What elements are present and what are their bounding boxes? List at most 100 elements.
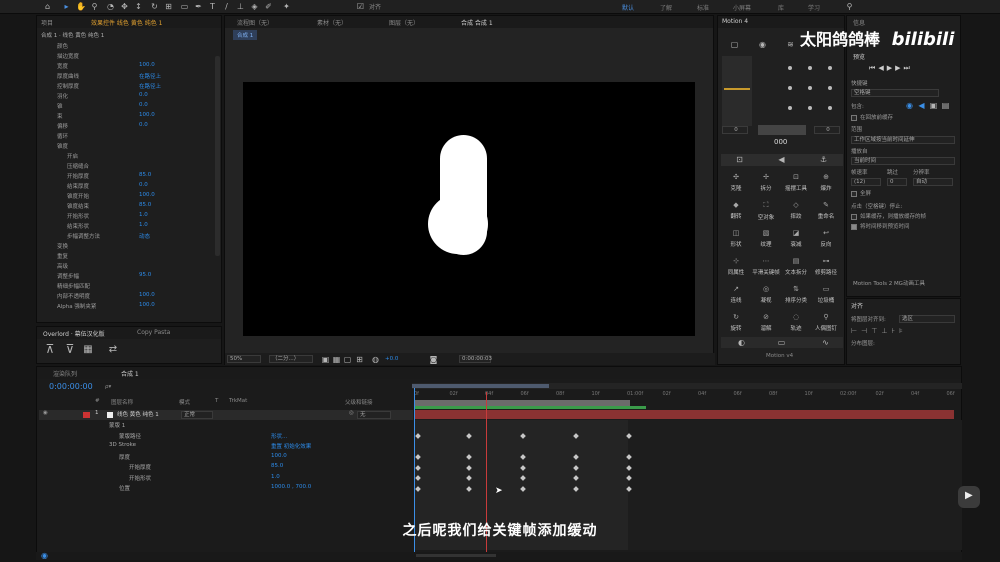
snapshot-icon[interactable]: ◙ xyxy=(429,355,438,364)
effect-property-row[interactable]: 偏移 0.0 xyxy=(37,122,213,132)
effect-property-row[interactable]: 开启 xyxy=(37,152,213,162)
anchor-point-dot[interactable] xyxy=(808,106,812,110)
effect-property-row[interactable]: 内部不透明度 100.0 xyxy=(37,292,213,302)
toggle-switches-icon[interactable]: ◉ xyxy=(40,551,49,560)
motion-tool-button[interactable]: ↻ 旋转 xyxy=(722,311,750,336)
workspace-library[interactable]: 库 xyxy=(778,3,784,12)
tab-flowchart[interactable]: 流程图（无） xyxy=(237,18,273,27)
effect-property-row[interactable]: 结束形状 1.0 xyxy=(37,222,213,232)
timeline-property-value[interactable]: 形状... xyxy=(271,432,287,440)
effect-property-row[interactable]: 宽度 100.0 xyxy=(37,62,213,72)
prev-frame-icon[interactable]: ◀ xyxy=(878,64,886,72)
effect-property-row[interactable]: 羽化 0.0 xyxy=(37,92,213,102)
effect-property-row[interactable]: 锥度开始 100.0 xyxy=(37,192,213,202)
anchor-point-dot[interactable] xyxy=(808,86,812,90)
effect-property-value[interactable]: 85.0 xyxy=(139,202,151,208)
effect-property-row[interactable]: 控制厚度 在路径上 xyxy=(37,82,213,92)
layer-duration-bar[interactable] xyxy=(414,410,954,419)
motion-tool-button[interactable]: ↗ 连线 xyxy=(722,283,750,308)
effect-property-value[interactable]: 在路径上 xyxy=(139,82,161,90)
motion-left-value[interactable]: 0 xyxy=(722,126,748,134)
tab-effect-controls[interactable]: 效果控件 线色 黄色 纯色 1 xyxy=(91,18,162,27)
shortcut-dropdown[interactable]: 空格键 xyxy=(851,89,939,97)
align-vcenter-icon[interactable]: ⊦ xyxy=(891,327,899,335)
effect-property-row[interactable]: 开始形状 1.0 xyxy=(37,212,213,222)
motion-mode-b-icon[interactable]: ◀ xyxy=(777,155,786,164)
effect-property-row[interactable]: 锥度结束 85.0 xyxy=(37,202,213,212)
motion-tool-button[interactable]: ◪ 衰减 xyxy=(782,227,810,252)
effect-property-value[interactable]: 100.0 xyxy=(139,302,155,308)
workspace-standard[interactable]: 标准 xyxy=(697,3,709,12)
visibility-icon[interactable]: ◉ xyxy=(43,410,48,416)
tab-composition[interactable]: 合成 合成 1 xyxy=(461,18,493,27)
snap-checkbox-icon[interactable]: ☑ xyxy=(356,2,365,11)
fullscreen-checkbox[interactable] xyxy=(851,191,857,197)
timeline-property-value[interactable]: 100.0 xyxy=(271,453,287,459)
motion-mode-c-icon[interactable]: ⚓ xyxy=(819,155,828,164)
hand-tool-icon[interactable]: ✋ xyxy=(76,2,86,11)
effect-property-row[interactable]: 颜色 xyxy=(37,42,213,52)
motion-tool-button[interactable]: ▭ 垃圾桶 xyxy=(812,283,840,308)
timeline-property-value[interactable]: 85.0 xyxy=(271,463,283,469)
zoom-slider[interactable] xyxy=(416,554,496,557)
first-frame-icon[interactable]: ⏮ xyxy=(869,64,878,72)
anchor-point-dot[interactable] xyxy=(828,66,832,70)
motion-settings-icon[interactable]: ◐ xyxy=(737,338,746,347)
effect-property-row[interactable]: 循环 xyxy=(37,132,213,142)
align-right-icon[interactable]: ⊤ xyxy=(871,327,881,335)
region-icon[interactable]: ▣ xyxy=(321,355,330,364)
motion-mode-a-icon[interactable]: ⊡ xyxy=(735,155,744,164)
motion-tool-button[interactable]: ⊹ 同属性 xyxy=(722,255,750,280)
effect-property-row[interactable]: 束 100.0 xyxy=(37,112,213,122)
timeline-property-row[interactable]: 开始厚度 85.0 xyxy=(39,463,413,473)
motion-tool-button[interactable]: ⊶ 修剪路径 xyxy=(812,255,840,280)
resolution-dropdown[interactable]: （二分...） xyxy=(269,355,313,363)
anchor-point-dot[interactable] xyxy=(828,106,832,110)
range-dropdown[interactable]: 工作区域按当前时间延伸 xyxy=(851,136,955,144)
effect-property-row[interactable]: 精细步幅匹配 xyxy=(37,282,213,292)
audio-toggle-icon[interactable]: ◀ xyxy=(917,101,926,110)
effect-property-value[interactable]: 85.0 xyxy=(139,172,151,178)
align-top-icon[interactable]: ⊼ xyxy=(43,343,57,359)
effect-property-row[interactable]: 描边宽度 xyxy=(37,52,213,62)
orbit-tool-icon[interactable]: ◔ xyxy=(106,2,115,11)
motion-tool-button[interactable]: ✣ 克隆 xyxy=(722,171,750,196)
align-vtop-icon[interactable]: ⊥ xyxy=(881,327,891,335)
effect-property-value[interactable]: 0.0 xyxy=(139,92,148,98)
brush-tool-icon[interactable]: / xyxy=(222,2,231,11)
motion-select-icon[interactable]: ▢ xyxy=(730,40,739,49)
time-navigator-range[interactable] xyxy=(412,384,549,388)
effect-property-value[interactable]: 95.0 xyxy=(139,272,151,278)
type-tool-icon[interactable]: T xyxy=(208,2,217,11)
overlord-transfer-icon[interactable]: ⇄ xyxy=(107,345,119,359)
timeline-timecode[interactable]: 0:00:00:00 xyxy=(49,382,93,391)
effect-property-row[interactable]: 高级 xyxy=(37,262,213,272)
effect-controls-scrollbar[interactable] xyxy=(215,56,220,256)
effect-property-value[interactable]: 100.0 xyxy=(139,192,155,198)
effect-property-value[interactable]: 0.0 xyxy=(139,102,148,108)
move-time-checkbox[interactable] xyxy=(851,224,857,230)
anchor-tool-icon[interactable]: ⊞ xyxy=(164,2,173,11)
motion-tool-button[interactable]: ✢ 拆分 xyxy=(752,171,780,196)
workspace-learn[interactable]: 了解 xyxy=(660,3,672,12)
effect-property-value[interactable]: 1.0 xyxy=(139,212,148,218)
timeline-property-row[interactable]: 位置 1000.0 , 700.0 xyxy=(39,484,413,494)
workspace-small-screen[interactable]: 小屏幕 xyxy=(733,3,751,12)
effect-property-value[interactable]: 0.0 xyxy=(139,122,148,128)
timeline-property-row[interactable]: 3D Stroke 重置 初始化效果 xyxy=(39,442,413,452)
tab-overlord[interactable]: Overlord · 幕伍汉化版 xyxy=(43,329,105,338)
puppet-tool-icon[interactable]: ✦ xyxy=(282,2,291,11)
composition-canvas[interactable] xyxy=(243,82,695,336)
tab-comp1-timeline[interactable]: 合成 1 xyxy=(121,369,139,378)
pan-tool-icon[interactable]: ✥ xyxy=(120,2,129,11)
motion-tool-button[interactable]: ⊡ 摇摆工具 xyxy=(782,171,810,196)
motion-bulb-icon[interactable]: ◉ xyxy=(758,40,767,49)
fps-dropdown[interactable]: (12) xyxy=(851,178,881,186)
parent-pickwhip-icon[interactable]: ◎ xyxy=(349,410,354,416)
tab-copy-pasta[interactable]: Copy Pasta xyxy=(137,329,170,336)
mask-toggle-icon[interactable]: ▢ xyxy=(343,355,352,364)
motion-tool-button[interactable]: ◫ 形状 xyxy=(722,227,750,252)
layers-toggle-icon[interactable]: ▤ xyxy=(941,101,950,110)
transparency-grid-icon[interactable]: ▦ xyxy=(332,355,341,364)
motion-stack-icon[interactable]: ≋ xyxy=(786,40,795,49)
